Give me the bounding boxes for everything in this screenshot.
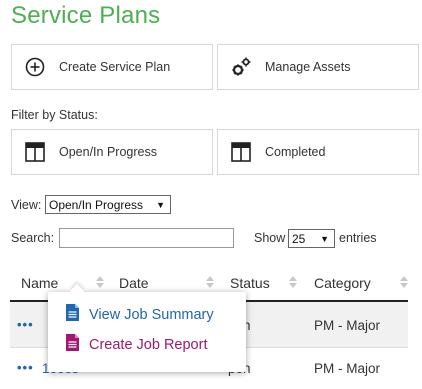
filter-open-button[interactable]: Open/In Progress [11, 129, 213, 175]
page-size-select[interactable]: 25 ▼ [288, 229, 335, 248]
create-service-plan-button[interactable]: Create Service Plan [11, 44, 213, 90]
header-status[interactable]: Status [230, 275, 270, 291]
filter-completed-button[interactable]: Completed [217, 129, 419, 175]
entries-label: entries [339, 231, 377, 245]
manage-assets-button[interactable]: Manage Assets [217, 44, 419, 90]
filter-completed-label: Completed [265, 145, 326, 159]
search-label: Search: [11, 231, 55, 245]
caret-down-icon: ▼ [320, 234, 329, 244]
create-job-report-item[interactable]: Create Job Report [66, 334, 207, 355]
plus-circle-icon [24, 56, 46, 78]
manage-assets-label: Manage Assets [265, 60, 351, 74]
row-menu-button[interactable]: ••• [17, 360, 34, 375]
header-date[interactable]: Date [119, 275, 149, 291]
sort-icon[interactable] [206, 275, 214, 289]
filter-open-label: Open/In Progress [59, 145, 157, 159]
view-select[interactable]: Open/In Progress ▼ [45, 195, 171, 214]
popup-arrow [69, 283, 85, 299]
create-job-report-label: Create Job Report [89, 336, 208, 353]
search-input[interactable] [59, 228, 234, 248]
view-job-summary-item[interactable]: View Job Summary [66, 304, 214, 325]
row-menu-button[interactable]: ••• [17, 317, 34, 332]
doc-icon [66, 304, 79, 325]
caret-down-icon: ▼ [156, 200, 165, 210]
page-title: Service Plans [11, 2, 161, 29]
filter-status-label: Filter by Status: [11, 108, 98, 122]
view-label: View: [11, 198, 42, 212]
header-category[interactable]: Category [314, 275, 371, 291]
row-category: PM - Major [314, 361, 381, 376]
header-name[interactable]: Name [21, 275, 58, 291]
page-size-value: 25 [292, 231, 306, 246]
show-label: Show [254, 231, 286, 245]
sort-icon[interactable] [400, 275, 408, 289]
layout-icon [24, 141, 46, 163]
row-category: PM - Major [314, 318, 381, 333]
layout-icon [230, 141, 252, 163]
sort-icon[interactable] [96, 275, 104, 289]
view-job-summary-label: View Job Summary [89, 306, 214, 323]
doc-icon [66, 334, 79, 355]
view-select-value: Open/In Progress [49, 197, 144, 212]
row-context-menu: View Job Summary Create Job Report [48, 283, 246, 372]
gears-icon [230, 56, 252, 78]
sort-icon[interactable] [289, 275, 297, 289]
create-service-plan-label: Create Service Plan [59, 60, 171, 74]
